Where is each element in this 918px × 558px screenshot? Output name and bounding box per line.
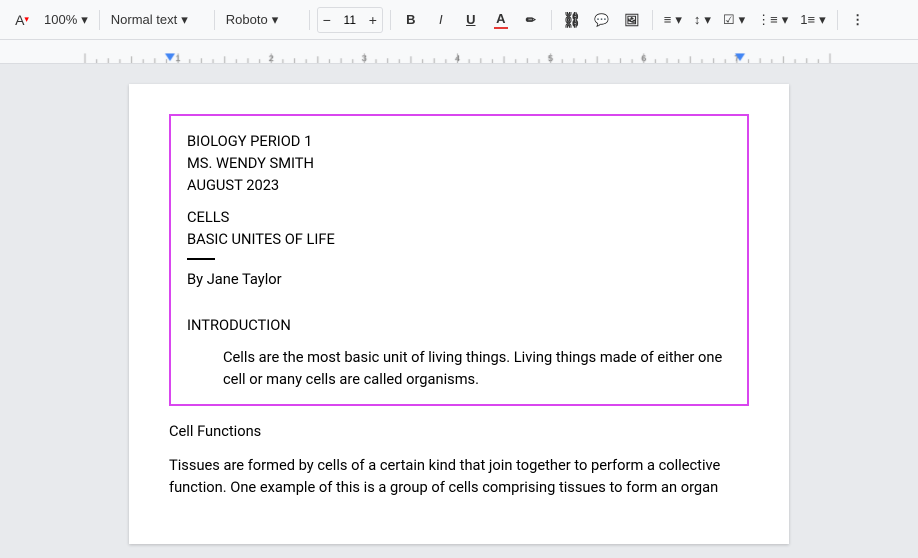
- checklist-icon: ☑: [723, 12, 735, 28]
- document-title-2: BASIC UNITES OF LIFE: [187, 228, 731, 250]
- numbered-list-dropdown[interactable]: 1≡ ▾: [796, 6, 829, 34]
- font-size-input[interactable]: [336, 13, 364, 27]
- checklist-dropdown[interactable]: ☑ ▾: [719, 6, 749, 34]
- more-options-button[interactable]: ⋮: [845, 7, 871, 33]
- separator-6: [652, 10, 653, 30]
- below-selected-content: Cell Functions Tissues are formed by cel…: [169, 420, 749, 498]
- bullet-list-dropdown-arrow: ▾: [782, 12, 789, 28]
- ruler-canvas: [0, 40, 918, 63]
- intro-paragraph: Cells are the most basic unit of living …: [187, 346, 731, 390]
- style-value: Normal text: [111, 12, 177, 27]
- ruler: [0, 40, 918, 64]
- document-page: BIOLOGY PERIOD 1 MS. WENDY SMITH AUGUST …: [129, 84, 789, 544]
- separator-2: [214, 10, 215, 30]
- comment-button[interactable]: 💬: [589, 7, 615, 33]
- align-icon: ≡: [664, 12, 672, 27]
- section-title: INTRODUCTION: [187, 314, 731, 336]
- decrease-font-button[interactable]: −: [318, 8, 336, 32]
- more-options-icon: ⋮: [851, 12, 864, 28]
- style-dropdown-arrow: ▾: [181, 12, 188, 28]
- bold-button[interactable]: B: [398, 7, 424, 33]
- bullet-list-dropdown[interactable]: ⋮≡ ▾: [753, 6, 792, 34]
- body-paragraph: Tissues are formed by cells of a certain…: [169, 454, 749, 498]
- line-spacing-icon: ↕: [694, 12, 701, 27]
- align-dropdown[interactable]: ≡ ▾: [660, 6, 686, 34]
- separator-3: [309, 10, 310, 30]
- font-color-bar: [494, 27, 508, 29]
- highlight-button[interactable]: ✏: [518, 7, 544, 33]
- numbered-list-dropdown-arrow: ▾: [819, 12, 826, 28]
- header-line-3: AUGUST 2023: [187, 174, 731, 196]
- underline-button[interactable]: U: [458, 7, 484, 33]
- font-color-button[interactable]: A: [488, 7, 514, 33]
- image-button[interactable]: 🖼: [619, 7, 645, 33]
- spell-check-button[interactable]: A ▾: [8, 6, 36, 34]
- line-spacing-dropdown[interactable]: ↕ ▾: [690, 6, 715, 34]
- style-dropdown[interactable]: Normal text ▾: [107, 6, 207, 34]
- align-dropdown-arrow: ▾: [675, 12, 682, 28]
- line-spacing-dropdown-arrow: ▾: [704, 12, 711, 28]
- header-line-1: BIOLOGY PERIOD 1: [187, 130, 731, 152]
- numbered-list-icon: 1≡: [800, 12, 815, 27]
- toolbar: A ▾ 100% ▾ Normal text ▾ Roboto ▾ − + B …: [0, 0, 918, 40]
- bullet-list-icon: ⋮≡: [757, 12, 778, 28]
- zoom-value: 100%: [44, 12, 77, 27]
- link-button[interactable]: ⛓: [559, 7, 585, 33]
- byline: By Jane Taylor: [187, 268, 731, 290]
- font-dropdown[interactable]: Roboto ▾: [222, 6, 302, 34]
- title-divider: [187, 258, 215, 260]
- font-value: Roboto: [226, 12, 268, 27]
- document-title-1: CELLS: [187, 206, 731, 228]
- font-size-control: − +: [317, 7, 383, 33]
- checklist-dropdown-arrow: ▾: [739, 12, 746, 28]
- spell-check-icon: A: [15, 12, 24, 28]
- cell-functions-heading: Cell Functions: [169, 420, 749, 442]
- italic-button[interactable]: I: [428, 7, 454, 33]
- header-line-2: MS. WENDY SMITH: [187, 152, 731, 174]
- font-dropdown-arrow: ▾: [272, 12, 279, 28]
- zoom-dropdown[interactable]: 100% ▾: [40, 6, 92, 34]
- comment-icon: 💬: [594, 13, 609, 27]
- font-color-icon: A: [496, 11, 505, 26]
- separator-4: [390, 10, 391, 30]
- increase-font-button[interactable]: +: [364, 8, 382, 32]
- separator-7: [837, 10, 838, 30]
- spell-check-underline: ▾: [24, 14, 29, 25]
- zoom-dropdown-arrow: ▾: [81, 12, 88, 28]
- image-icon: 🖼: [624, 13, 639, 27]
- separator-5: [551, 10, 552, 30]
- separator-1: [99, 10, 100, 30]
- selected-text-block[interactable]: BIOLOGY PERIOD 1 MS. WENDY SMITH AUGUST …: [169, 114, 749, 406]
- document-area[interactable]: BIOLOGY PERIOD 1 MS. WENDY SMITH AUGUST …: [0, 64, 918, 558]
- link-icon: ⛓: [562, 11, 581, 29]
